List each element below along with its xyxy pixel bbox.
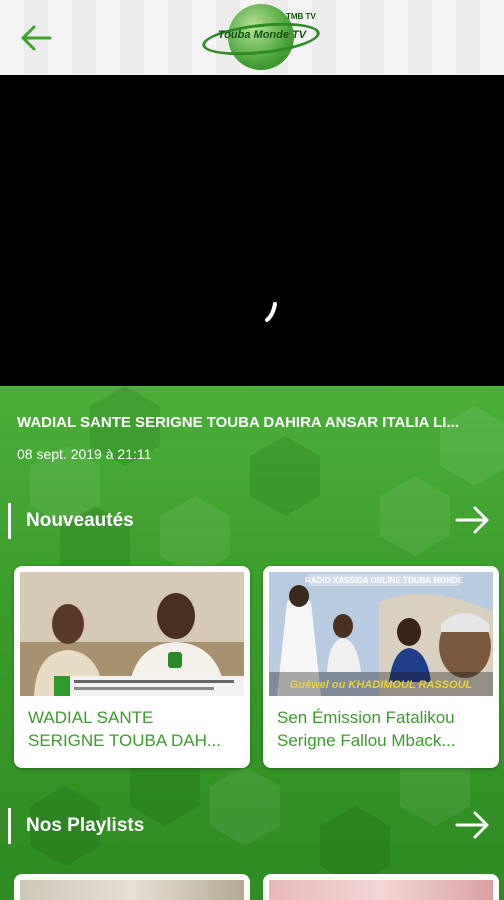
section-accent-bar xyxy=(8,503,11,539)
section-accent-bar xyxy=(8,808,11,844)
video-card[interactable]: RADIO XASSIDA ONLINE TOUBA MONDE Guéwel … xyxy=(263,566,499,768)
section-header-playlists: Nos Playlists xyxy=(0,806,504,846)
video-card-title: Sen Émission Fatalikou Serigne Fallou Mb… xyxy=(277,708,456,750)
see-more-button[interactable] xyxy=(454,503,492,537)
video-card-title: WADIAL SANTE SERIGNE TOUBA DAH... xyxy=(28,708,222,750)
content-area[interactable]: WADIAL SANTE SERIGNE TOUBA DAHIRA ANSAR … xyxy=(0,386,504,900)
app-logo: TMB TV Touba Monde TV xyxy=(200,2,322,72)
see-more-button[interactable] xyxy=(454,808,492,842)
arrow-right-icon xyxy=(455,506,489,534)
thumbnail-caption-text: Guéwel ou KHADIMOUL RASSOUL xyxy=(290,679,473,691)
thumbnail-banner-text: RADIO XASSIDA ONLINE TOUBA MONDE xyxy=(305,576,464,585)
video-thumbnail xyxy=(20,572,244,696)
arrow-right-icon xyxy=(455,811,489,839)
video-thumbnail: RADIO XASSIDA ONLINE TOUBA MONDE Guéwel … xyxy=(269,572,493,696)
video-date: 08 sept. 2019 à 21:11 xyxy=(17,446,152,462)
video-card[interactable]: WADIAL SANTE SERIGNE TOUBA DAH... xyxy=(14,566,250,768)
back-button[interactable] xyxy=(14,18,58,58)
video-title: WADIAL SANTE SERIGNE TOUBA DAHIRA ANSAR … xyxy=(17,414,459,431)
section-title: Nouveautés xyxy=(26,510,134,531)
playlist-thumbnail xyxy=(269,880,493,900)
playlist-card[interactable] xyxy=(263,874,499,900)
playlist-thumbnail xyxy=(20,880,244,900)
loading-spinner-icon xyxy=(265,302,277,322)
section-header-nouveautes: Nouveautés xyxy=(0,501,504,541)
top-app-bar: TMB TV Touba Monde TV xyxy=(0,0,504,75)
video-player[interactable] xyxy=(0,75,504,386)
playlist-card[interactable] xyxy=(14,874,250,900)
arrow-left-icon xyxy=(21,25,52,51)
section-title: Nos Playlists xyxy=(26,815,145,836)
